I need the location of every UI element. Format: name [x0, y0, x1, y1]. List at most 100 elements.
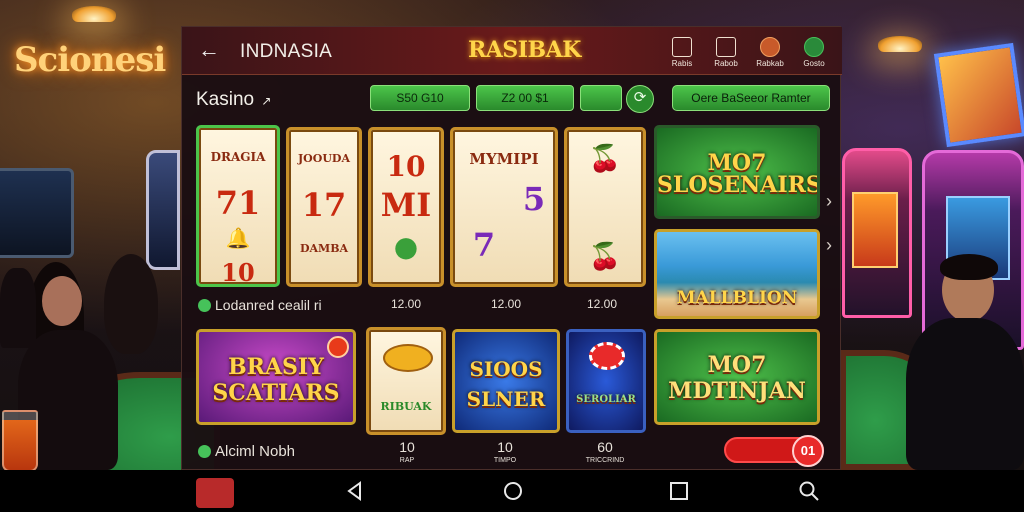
- featured-game-mallblion[interactable]: MALLBLION: [654, 229, 820, 319]
- trophy-label: Rabis: [671, 59, 693, 68]
- status-dot-icon: [198, 445, 211, 458]
- reel-symbol: 10: [386, 150, 426, 183]
- game-tile-reel-4[interactable]: MYMIPI 5 7: [450, 127, 558, 287]
- region-label: INDNASIA: [240, 41, 333, 62]
- coin-icon: [383, 344, 433, 372]
- wallet-glyph: [716, 37, 736, 57]
- game-tile-mo7-mdtinjan[interactable]: MO7 MDTINJAN: [654, 329, 820, 425]
- refresh-icon[interactable]: ⟳: [626, 85, 654, 113]
- filter-pill-2[interactable]: Z2 00 $1: [476, 85, 574, 111]
- row2-label: Alciml Nobh: [198, 443, 295, 460]
- chat-icon[interactable]: Rabkab: [752, 37, 788, 68]
- ceiling-lamp: [72, 6, 116, 22]
- casino-app-window: ← INDNASIA RASIBAK Rabis Rabob Rabkab Go…: [181, 26, 842, 470]
- ceiling-lamp: [878, 36, 922, 52]
- person: [0, 268, 36, 348]
- chat-label: Rabkab: [756, 59, 784, 68]
- back-arrow-icon[interactable]: ←: [198, 39, 220, 61]
- person-hair: [104, 254, 158, 354]
- neon-screen: [933, 42, 1024, 148]
- slot-machine: [146, 150, 180, 270]
- game-tile-reel-3[interactable]: 10 MI ●: [368, 127, 444, 287]
- reel-symbol: 17: [301, 186, 347, 224]
- game-tile-reel-1[interactable]: DRAGIA 71 🔔 10: [196, 125, 280, 287]
- profile-glyph: [804, 37, 824, 57]
- reel-symbol: MI: [380, 186, 432, 224]
- person-face: [42, 276, 82, 326]
- external-link-icon[interactable]: ↗: [261, 94, 271, 108]
- game-tile-brasiy-scathars[interactable]: BRASIY SCATIARS: [196, 329, 356, 425]
- reel-symbol: 10: [221, 258, 255, 287]
- app-shortcut-icon[interactable]: [196, 478, 234, 508]
- bet-toggle[interactable]: 01: [724, 435, 824, 467]
- stat-value: 10: [497, 439, 513, 455]
- toggle-badge: 01: [792, 435, 824, 467]
- wallet-label: Rabob: [714, 59, 738, 68]
- reel-symbol: 7: [472, 226, 496, 264]
- reel-symbol: JOOUDA: [297, 152, 351, 165]
- game-tile-reel-5[interactable]: 🍒 🍒: [564, 127, 646, 287]
- game-tile-slner[interactable]: SIOOS SLNER: [452, 329, 560, 433]
- trophy-icon[interactable]: Rabis: [664, 37, 700, 68]
- person-hair: [940, 254, 998, 280]
- game-title: MO7 MDTINJAN: [668, 352, 806, 404]
- search-icon[interactable]: [798, 480, 820, 502]
- row1-label: Lodanred cealil ri: [198, 297, 322, 313]
- game-tile-reel-7[interactable]: SEROLIAR: [566, 329, 646, 433]
- reel-symbol: DRAGIA: [210, 150, 266, 164]
- person: [906, 318, 1024, 470]
- section-title-text: Kasino: [196, 89, 255, 110]
- game-tile-reel-6[interactable]: RIBUAK: [366, 327, 446, 435]
- row1-label-text: Lodanred cealil: [215, 297, 310, 313]
- game-price: 12.00: [390, 297, 422, 311]
- stat-value: 10: [399, 439, 415, 455]
- poker-chip-icon: [589, 342, 625, 370]
- chevron-right-icon[interactable]: ›: [826, 235, 832, 256]
- cherry-icon: 🍒: [588, 242, 622, 272]
- stat-sub: TRICCRIND: [585, 457, 625, 464]
- filter-pill-3[interactable]: [580, 85, 622, 111]
- home-circle-icon[interactable]: [502, 480, 524, 502]
- profile-label: Gosto: [803, 59, 825, 68]
- trophy-glyph: [672, 37, 692, 57]
- stat-sub: RAP: [399, 457, 415, 464]
- chat-glyph: [760, 37, 780, 57]
- reel-symbol: MYMIPI: [469, 150, 539, 168]
- game-price: 12.00: [586, 297, 618, 311]
- game-tile-reel-2[interactable]: JOOUDA 17 DAMBA: [286, 127, 362, 287]
- status-dot-icon: [198, 299, 211, 312]
- top-bar: ← INDNASIA RASIBAK Rabis Rabob Rabkab Go…: [182, 27, 842, 75]
- bell-icon: 🔔: [225, 226, 251, 250]
- back-triangle-icon[interactable]: [344, 480, 366, 502]
- game-title: SEROLIAR: [576, 394, 636, 405]
- row1-label-suffix: ri: [313, 297, 322, 313]
- filter-pill-1[interactable]: S50 G10: [370, 85, 470, 111]
- wallet-icon[interactable]: Rabob: [708, 37, 744, 68]
- hot-badge-icon: [327, 336, 349, 358]
- game-title: RIBUAK: [380, 400, 432, 413]
- chevron-right-icon[interactable]: ›: [826, 191, 832, 212]
- promo-button[interactable]: Oere BaSeeor Ramter: [672, 85, 830, 111]
- brand-logo[interactable]: RASIBAK: [454, 33, 595, 67]
- game-price: 12.00: [490, 297, 522, 311]
- stat-value: 60: [597, 439, 613, 455]
- neon-sign: Scionesi: [14, 40, 166, 80]
- reel-symbol: DAMBA: [299, 242, 349, 255]
- game-title: BRASIY SCATIARS: [212, 354, 340, 406]
- reel-symbol: 71: [215, 184, 261, 222]
- slot-screen: [852, 192, 898, 268]
- featured-game-slosenairs[interactable]: MO7 SLOSENAIRS: [654, 125, 820, 219]
- featured-title: MO7 SLOSENAIRS: [657, 150, 820, 198]
- featured-title: MALLBLION: [676, 288, 798, 308]
- filter-bar: Kasino ↗ S50 G10 Z2 00 $1 ⟳ Oere BaSeeor…: [182, 77, 842, 121]
- game-title: SIOOS SLNER: [466, 357, 546, 411]
- cherry-icon: 🍒: [588, 144, 622, 174]
- system-nav-bar: [0, 470, 1024, 512]
- recents-square-icon[interactable]: [668, 480, 690, 502]
- profile-icon[interactable]: Gosto: [796, 37, 832, 68]
- reel-symbol: ●: [393, 230, 419, 263]
- cocktail-glass: [2, 410, 38, 472]
- row2-label-text: Alciml Nobh: [215, 443, 296, 460]
- section-title: Kasino ↗: [196, 89, 271, 111]
- reel-symbol: 5: [522, 180, 546, 218]
